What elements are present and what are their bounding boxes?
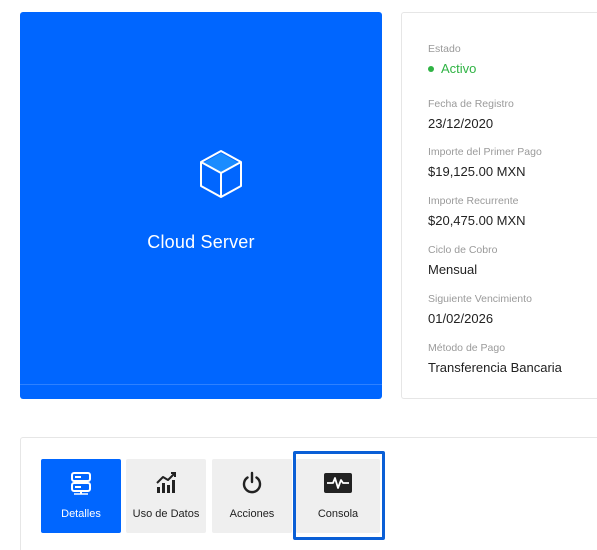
payment-method-item: Método de Pago Transferencia Bancaria xyxy=(428,342,562,375)
tab-actions[interactable]: Acciones xyxy=(212,459,292,533)
power-icon xyxy=(240,471,264,495)
first-payment-label: Importe del Primer Pago xyxy=(428,146,542,158)
tab-data-usage-label: Uso de Datos xyxy=(132,508,200,520)
first-payment-value: $19,125.00 MXN xyxy=(428,164,526,179)
registration-value: 23/12/2020 xyxy=(428,116,494,131)
recurring-value: $20,475.00 MXN xyxy=(428,213,526,228)
service-tabs-panel: Detalles Uso de Datos Acciones Consola xyxy=(20,437,597,550)
first-payment-item: Importe del Primer Pago $19,125.00 MXN xyxy=(428,146,542,179)
service-info-panel: Estado Activo Fecha de Registro 23/12/20… xyxy=(401,12,597,399)
card-divider xyxy=(20,384,382,385)
server-icon xyxy=(69,471,93,495)
billing-cycle-item: Ciclo de Cobro Mensual xyxy=(428,244,497,277)
status-badge: Activo xyxy=(428,61,476,76)
recurring-label: Importe Recurrente xyxy=(428,195,519,207)
status-label: Estado xyxy=(428,43,461,55)
product-name: Cloud Server xyxy=(147,232,255,252)
tab-actions-label: Acciones xyxy=(229,508,275,520)
product-card: Cloud Server xyxy=(20,12,382,399)
billing-cycle-label: Ciclo de Cobro xyxy=(428,244,498,256)
next-due-value: 01/02/2026 xyxy=(428,311,494,326)
payment-method-value: Transferencia Bancaria xyxy=(428,360,562,375)
registration-item: Fecha de Registro 23/12/2020 xyxy=(428,98,514,131)
chart-icon xyxy=(154,471,178,495)
focus-highlight xyxy=(293,451,385,540)
status-value: Activo xyxy=(441,61,477,76)
status-dot-icon xyxy=(428,65,434,72)
tab-details-label: Detalles xyxy=(61,508,101,520)
tab-data-usage[interactable]: Uso de Datos xyxy=(126,459,206,533)
tab-details[interactable]: Detalles xyxy=(41,459,121,533)
next-due-item: Siguiente Vencimiento 01/02/2026 xyxy=(428,293,532,326)
next-due-label: Siguiente Vencimiento xyxy=(428,293,532,305)
cube-icon xyxy=(200,150,242,198)
billing-cycle-value: Mensual xyxy=(428,262,478,277)
recurring-item: Importe Recurrente $20,475.00 MXN xyxy=(428,195,526,228)
status-item: Estado Activo xyxy=(428,43,476,76)
registration-label: Fecha de Registro xyxy=(428,98,514,110)
payment-method-label: Método de Pago xyxy=(428,342,506,354)
